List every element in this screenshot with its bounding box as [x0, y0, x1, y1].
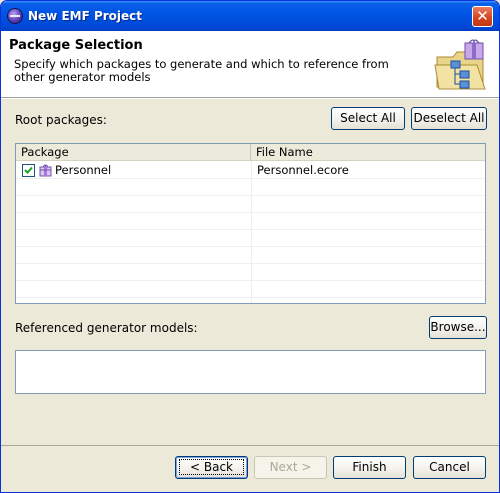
cancel-button[interactable]: Cancel — [413, 456, 486, 479]
emf-package-banner-icon — [434, 39, 486, 90]
header-separator — [1, 98, 499, 99]
package-name: Personnel — [55, 163, 112, 177]
page-description: Specify which packages to generate and w… — [14, 57, 389, 84]
next-button[interactable]: Next > — [254, 456, 327, 479]
eclipse-icon — [7, 8, 23, 24]
back-button-label: < Back — [178, 459, 244, 475]
referenced-models-label: Referenced generator models: — [15, 321, 198, 335]
wizard-header: Package Selection Specify which packages… — [1, 31, 499, 98]
title-bar[interactable]: New EMF Project ✕ — [1, 1, 499, 31]
file-name: Personnel.ecore — [257, 163, 349, 177]
checkmark-icon — [24, 166, 33, 174]
root-packages-label: Root packages: — [15, 113, 107, 127]
page-title: Package Selection — [9, 38, 143, 53]
window-title: New EMF Project — [28, 9, 143, 23]
table-header: Package File Name — [16, 144, 485, 161]
referenced-models-list[interactable] — [15, 350, 486, 394]
deselect-all-button[interactable]: Deselect All — [411, 107, 487, 130]
back-button[interactable]: < Back — [175, 456, 248, 479]
column-header-package[interactable]: Package — [16, 144, 251, 161]
column-divider — [251, 161, 252, 303]
close-icon: ✕ — [476, 7, 489, 25]
close-button[interactable]: ✕ — [472, 6, 493, 27]
root-packages-table[interactable]: Package File Name Personnel Personnel.ec… — [15, 143, 486, 304]
finish-button[interactable]: Finish — [333, 456, 406, 479]
epackage-icon — [39, 164, 52, 177]
select-all-button[interactable]: Select All — [331, 107, 405, 130]
package-checkbox[interactable] — [22, 164, 35, 177]
new-emf-project-dialog: New EMF Project ✕ Package Selection Spec… — [0, 0, 500, 493]
browse-button[interactable]: Browse... — [429, 316, 487, 339]
column-header-file-name[interactable]: File Name — [251, 144, 485, 161]
footer-separator — [1, 445, 499, 446]
